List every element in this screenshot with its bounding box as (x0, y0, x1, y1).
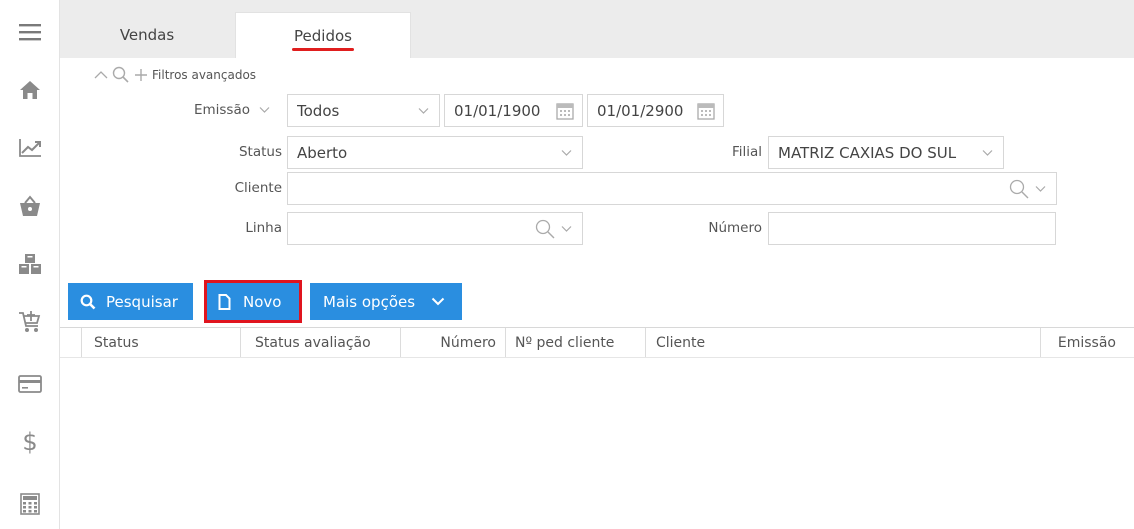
advanced-filters-label: Filtros avançados (152, 68, 257, 82)
grid-column-header[interactable]: Emissão (1041, 328, 1134, 357)
chevron-down-icon (561, 149, 572, 156)
status-label: Status (238, 144, 282, 160)
status-value: Aberto (297, 143, 348, 162)
cliente-input[interactable] (287, 172, 1057, 205)
emissao-period-value: Todos (297, 101, 340, 120)
home-icon[interactable] (0, 70, 60, 110)
calendar-icon[interactable] (697, 102, 715, 120)
chevron-down-icon (418, 107, 429, 114)
search-icon[interactable] (535, 219, 555, 239)
filial-value: MATRIZ CAXIAS DO SUL (778, 143, 957, 162)
boxes-icon[interactable] (0, 244, 60, 284)
date-to-input[interactable]: 01/01/2900 (587, 94, 724, 127)
date-to-value: 01/01/2900 (597, 101, 684, 120)
chart-icon[interactable] (0, 128, 60, 168)
calendar-icon[interactable] (556, 102, 574, 120)
linha-label: Linha (245, 220, 282, 236)
plus-icon (135, 69, 147, 81)
emissao-label: Emissão (193, 102, 250, 118)
document-icon (218, 293, 231, 310)
numero-label: Número (708, 220, 762, 236)
date-from-value: 01/01/1900 (454, 101, 541, 120)
date-from-input[interactable]: 01/01/1900 (444, 94, 583, 127)
cart-add-icon[interactable] (0, 302, 60, 342)
active-tab-indicator (292, 47, 354, 51)
grid-column-header[interactable]: Nº ped cliente (506, 328, 646, 357)
chevron-up-icon (94, 71, 108, 79)
emissao-period-select[interactable]: Todos (287, 94, 440, 127)
search-icon (112, 66, 129, 83)
grid-column-header[interactable]: Cliente (646, 328, 1041, 357)
new-button[interactable]: Novo (207, 283, 299, 320)
chevron-down-icon (431, 297, 445, 306)
grid-column-header[interactable]: Status (82, 328, 241, 357)
search-icon[interactable] (1009, 179, 1029, 199)
chevron-down-icon[interactable] (259, 106, 270, 114)
more-options-label: Mais opções (323, 292, 416, 311)
grid-column-header[interactable]: Número (401, 328, 506, 357)
tab-label: Pedidos (292, 27, 354, 51)
more-options-button[interactable]: Mais opções (310, 283, 462, 320)
chevron-down-icon[interactable] (561, 225, 572, 233)
numero-input[interactable] (768, 212, 1056, 245)
sidebar: $ (0, 0, 60, 529)
linha-input[interactable] (287, 212, 583, 245)
filial-label: Filial (731, 144, 762, 160)
search-button[interactable]: Pesquisar (68, 283, 193, 320)
search-icon (80, 294, 96, 310)
chevron-down-icon (982, 149, 993, 156)
status-select[interactable]: Aberto (287, 136, 583, 169)
new-button-label: Novo (243, 292, 282, 311)
tab-pedidos[interactable]: Pedidos (235, 12, 411, 58)
grid-column-header[interactable]: Status avaliação (241, 328, 401, 357)
basket-icon[interactable] (0, 186, 60, 226)
tab-vendas[interactable]: Vendas (60, 12, 234, 58)
tab-bar: Vendas Pedidos (60, 0, 1134, 58)
card-icon[interactable] (0, 364, 60, 404)
cliente-label: Cliente (234, 180, 282, 196)
filial-select[interactable]: MATRIZ CAXIAS DO SUL (768, 136, 1004, 169)
grid-column-select[interactable] (60, 328, 82, 357)
tab-label: Vendas (119, 26, 175, 44)
chevron-down-icon[interactable] (1035, 185, 1046, 193)
dollar-icon[interactable]: $ (0, 422, 60, 462)
search-button-label: Pesquisar (106, 292, 178, 311)
grid-header: Status Status avaliação Número Nº ped cl… (60, 327, 1134, 358)
calculator-icon[interactable] (0, 484, 60, 524)
menu-icon[interactable] (0, 14, 60, 50)
advanced-filters-toggle[interactable]: Filtros avançados (94, 66, 256, 84)
